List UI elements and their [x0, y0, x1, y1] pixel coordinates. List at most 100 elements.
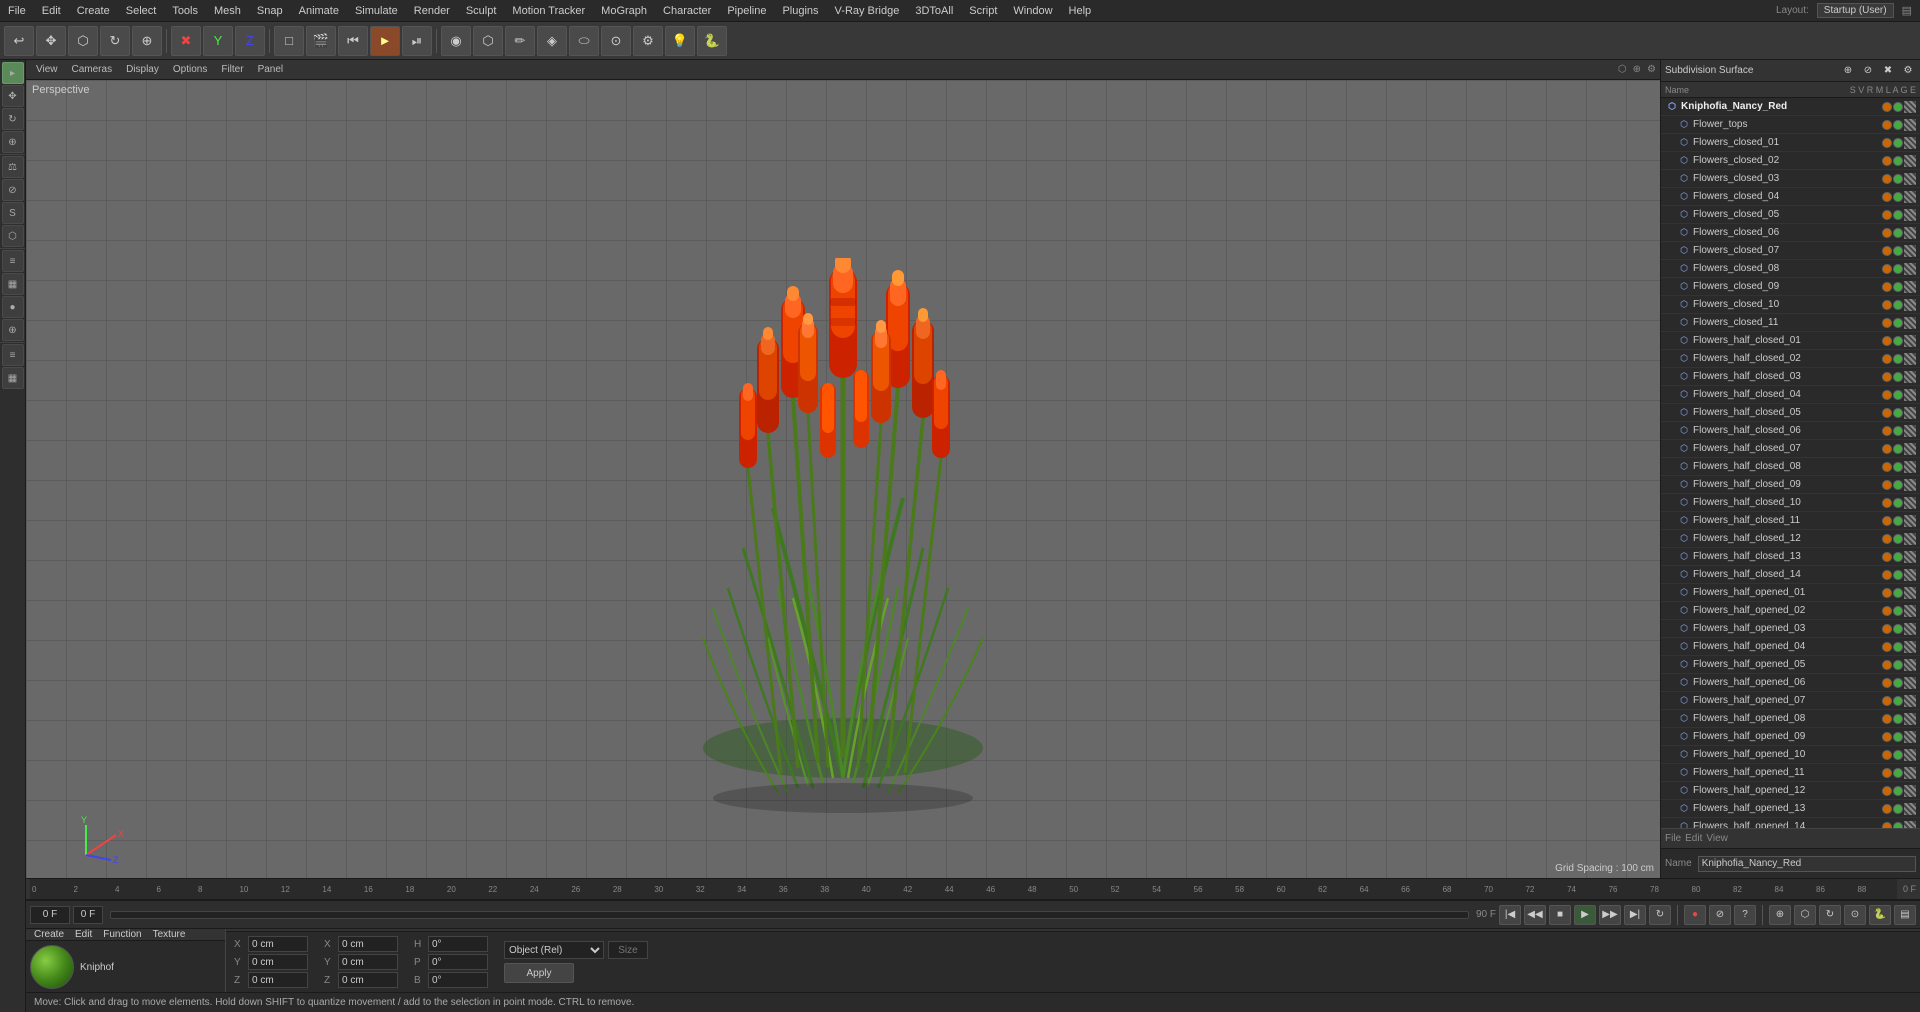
ctrl-orange[interactable] [1882, 156, 1892, 166]
list-item[interactable]: ⬡Flowers_half_closed_09 [1661, 476, 1920, 494]
ctrl-orange[interactable] [1882, 390, 1892, 400]
ctrl-checker[interactable] [1904, 731, 1916, 743]
ctrl-green[interactable] [1893, 408, 1903, 418]
ctrl-checker[interactable] [1904, 155, 1916, 167]
vp-settings[interactable]: ⚙ [1647, 64, 1656, 75]
hex-tool[interactable]: ⬡ [2, 225, 24, 247]
snap-btn[interactable]: ⬡ [1794, 905, 1816, 925]
ctrl-green[interactable] [1893, 804, 1903, 814]
menu-help[interactable]: Help [1061, 5, 1100, 17]
ctrl-checker[interactable] [1904, 785, 1916, 797]
ctrl-orange[interactable] [1882, 768, 1892, 778]
list-item[interactable]: ⬡Flowers_half_opened_08 [1661, 710, 1920, 728]
ctrl-green[interactable] [1893, 264, 1903, 274]
ctrl-orange[interactable] [1882, 552, 1892, 562]
ctrl-checker[interactable] [1904, 659, 1916, 671]
select-tool[interactable]: ▸ [2, 62, 24, 84]
menu-motion-tracker[interactable]: Motion Tracker [504, 5, 593, 17]
ctrl-green[interactable] [1893, 138, 1903, 148]
ctrl-orange[interactable] [1882, 318, 1892, 328]
record-btn[interactable]: ● [1684, 905, 1706, 925]
tweak-tool[interactable]: ⚖ [2, 156, 24, 178]
play-fwd-btn[interactable]: ▶▶ [1599, 905, 1621, 925]
ctrl-checker[interactable] [1904, 497, 1916, 509]
menu-sculpt[interactable]: Sculpt [458, 5, 505, 17]
list-item[interactable]: ⬡Flowers_half_opened_14 [1661, 818, 1920, 828]
ctrl-checker[interactable] [1904, 425, 1916, 437]
render-play-btn[interactable]: ⏯ [402, 26, 432, 56]
grid-tool[interactable]: ≡ [2, 250, 24, 272]
y-input[interactable] [248, 954, 308, 970]
ctrl-checker[interactable] [1904, 749, 1916, 761]
nurbs-btn[interactable]: ✏ [505, 26, 535, 56]
ctrl-checker[interactable] [1904, 209, 1916, 221]
ctrl-orange[interactable] [1882, 210, 1892, 220]
rotate-tool[interactable]: ⊕ [2, 131, 24, 153]
ctrl-checker[interactable] [1904, 371, 1916, 383]
ctrl-checker[interactable] [1904, 641, 1916, 653]
ctrl-orange[interactable] [1882, 282, 1892, 292]
list-item[interactable]: ⬡Flowers_half_closed_07 [1661, 440, 1920, 458]
stop-record-btn[interactable]: ⊘ [1709, 905, 1731, 925]
x-axis-btn[interactable]: ✖ [171, 26, 201, 56]
list-item[interactable]: ⬡Flowers_half_opened_06 [1661, 674, 1920, 692]
ctrl-green[interactable] [1893, 786, 1903, 796]
ctrl-checker[interactable] [1904, 245, 1916, 257]
ctrl-checker[interactable] [1904, 299, 1916, 311]
menu-snap[interactable]: Snap [249, 5, 291, 17]
menu-simulate[interactable]: Simulate [347, 5, 406, 17]
undo-btn[interactable]: ↩ [4, 26, 34, 56]
ctrl-green[interactable] [1893, 732, 1903, 742]
render-anim-btn[interactable]: 🎬 [306, 26, 336, 56]
cam-btn[interactable]: ⊙ [601, 26, 631, 56]
ctrl-checker[interactable] [1904, 353, 1916, 365]
dot-orange[interactable] [1882, 102, 1892, 112]
ctrl-checker[interactable] [1904, 695, 1916, 707]
list-item[interactable]: ⬡Flowers_closed_05 [1661, 206, 1920, 224]
ctrl-green[interactable] [1893, 696, 1903, 706]
ctrl-orange[interactable] [1882, 714, 1892, 724]
h-input[interactable] [428, 936, 488, 952]
list-item[interactable]: ⬡Flowers_half_closed_05 [1661, 404, 1920, 422]
ctrl-green[interactable] [1893, 300, 1903, 310]
ctrl-orange[interactable] [1882, 642, 1892, 652]
ctrl-checker[interactable] [1904, 767, 1916, 779]
ctrl-green[interactable] [1893, 552, 1903, 562]
ctrl-checker[interactable] [1904, 515, 1916, 527]
dot-checker[interactable] [1904, 101, 1916, 113]
object-list[interactable]: ⬡ Kniphofia_Nancy_Red ⬡Flower_tops⬡Flowe… [1661, 98, 1920, 828]
viewport[interactable]: Perspective X Y Z Grid Spacing : 100 cm [26, 80, 1660, 878]
ctrl-orange[interactable] [1882, 588, 1892, 598]
add-key-btn[interactable]: ⊕ [1769, 905, 1791, 925]
start-frame-input[interactable] [73, 906, 103, 924]
menu-file[interactable]: File [0, 5, 34, 17]
vp-cameras[interactable]: Cameras [66, 61, 119, 79]
spline-btn[interactable]: ⬡ [473, 26, 503, 56]
list-item[interactable]: ⬡Flowers_half_closed_03 [1661, 368, 1920, 386]
ctrl-green[interactable] [1893, 462, 1903, 472]
ctrl-green[interactable] [1893, 426, 1903, 436]
add-btn[interactable]: ⊕ [132, 26, 162, 56]
play-btn[interactable]: ▶ [1574, 905, 1596, 925]
timeline-ruler[interactable]: 0246810121416182022242628303234363840424… [30, 879, 1897, 899]
ctrl-orange[interactable] [1882, 138, 1892, 148]
list-item[interactable]: ⬡Flowers_half_opened_07 [1661, 692, 1920, 710]
ctrl-checker[interactable] [1904, 281, 1916, 293]
menu-tools[interactable]: Tools [164, 5, 206, 17]
b-input[interactable] [428, 972, 488, 988]
menu-pipeline[interactable]: Pipeline [719, 5, 774, 17]
z-input[interactable] [248, 972, 308, 988]
ctrl-orange[interactable] [1882, 516, 1892, 526]
ctrl-checker[interactable] [1904, 173, 1916, 185]
ctrl-orange[interactable] [1882, 192, 1892, 202]
brush-tool[interactable]: ⊘ [2, 179, 24, 201]
move-btn[interactable]: ✥ [36, 26, 66, 56]
render-prev-btn[interactable]: ⏮ [338, 26, 368, 56]
ctrl-orange[interactable] [1882, 246, 1892, 256]
scale-tool[interactable]: ↻ [2, 108, 24, 130]
list-item[interactable]: ⬡Flowers_half_opened_12 [1661, 782, 1920, 800]
current-frame-input[interactable] [30, 906, 70, 924]
mat-function[interactable]: Function [99, 929, 145, 940]
ctrl-checker[interactable] [1904, 263, 1916, 275]
p-input[interactable] [428, 954, 488, 970]
